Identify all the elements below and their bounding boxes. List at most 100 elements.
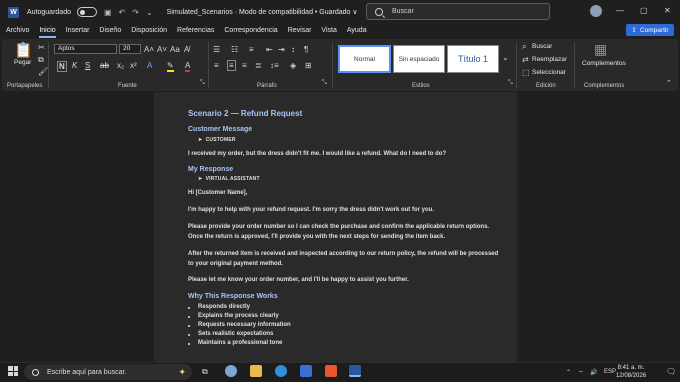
- widgets-app-icon[interactable]: [225, 365, 237, 377]
- style-normal[interactable]: Normal: [338, 45, 391, 73]
- bullets-icon[interactable]: ☰: [213, 45, 220, 54]
- align-right-icon[interactable]: ≡: [242, 61, 247, 70]
- windows-start-icon[interactable]: [8, 366, 18, 376]
- autosave-toggle[interactable]: [76, 7, 97, 17]
- group-editing-label: Edición: [536, 83, 556, 89]
- bold-icon[interactable]: N: [57, 61, 67, 72]
- copy-icon[interactable]: ⧉: [38, 55, 44, 64]
- change-case-icon[interactable]: Aa: [170, 45, 180, 54]
- decrease-indent-icon[interactable]: ⇤: [266, 45, 273, 54]
- strikethrough-icon[interactable]: ab: [100, 61, 109, 70]
- shading-icon[interactable]: ◈: [290, 61, 296, 70]
- network-icon[interactable]: ⌔: [578, 369, 584, 377]
- tab-insertar[interactable]: Insertar: [61, 24, 95, 38]
- select-button[interactable]: Seleccionar: [532, 69, 566, 76]
- find-icon[interactable]: ⌕: [522, 42, 526, 51]
- paste-button[interactable]: Pegar: [14, 59, 31, 66]
- tab-disposicion[interactable]: Disposición: [126, 24, 172, 38]
- italic-icon[interactable]: K: [72, 61, 77, 70]
- divider: [332, 42, 333, 88]
- numbering-icon[interactable]: ☷: [231, 45, 238, 54]
- doc-heading: Scenario 2 — Refund Request: [188, 109, 303, 118]
- select-icon[interactable]: ⬚: [522, 68, 530, 77]
- taskbar-clock[interactable]: 8:41 a. m. 12/08/2026: [616, 364, 646, 380]
- response-para-3-line-1: After the returned item is received and …: [188, 251, 499, 257]
- brave-browser-icon[interactable]: [325, 365, 337, 377]
- styles-dialog-launcher-icon[interactable]: ⤡: [508, 79, 513, 88]
- font-color-icon[interactable]: A: [185, 61, 191, 72]
- styles-more-icon[interactable]: ⌄: [502, 53, 509, 62]
- avatar[interactable]: [590, 5, 602, 17]
- shrink-font-icon[interactable]: A˅: [157, 45, 167, 54]
- collapse-ribbon-icon[interactable]: ⌃: [666, 79, 672, 88]
- tab-archivo[interactable]: Archivo: [1, 24, 34, 38]
- tray-overflow-icon[interactable]: ⌃: [566, 369, 571, 376]
- font-dialog-launcher-icon[interactable]: ⤡: [200, 79, 205, 88]
- grow-font-icon[interactable]: A˄: [144, 45, 154, 54]
- file-explorer-icon[interactable]: [250, 365, 262, 377]
- clear-format-icon[interactable]: A̸: [184, 45, 189, 54]
- redo-icon[interactable]: ↷: [132, 8, 139, 17]
- borders-icon[interactable]: ⊞: [305, 61, 312, 70]
- sort-icon[interactable]: ↕: [291, 45, 295, 54]
- ribbon: 📋 Pegar ✂ ⧉ 🖌 Portapapeles Aptos 20 A˄ A…: [2, 39, 678, 91]
- tab-inicio[interactable]: Inicio: [34, 24, 60, 38]
- justify-icon[interactable]: ≣: [255, 61, 262, 70]
- increase-indent-icon[interactable]: ⇥: [278, 45, 285, 54]
- document-page[interactable]: Scenario 2 — Refund Request Customer Mes…: [154, 92, 517, 362]
- tab-diseno[interactable]: Diseño: [94, 24, 126, 38]
- align-center-icon[interactable]: ≡: [227, 60, 236, 71]
- share-button[interactable]: ⇪ Compartir: [626, 24, 674, 36]
- search-highlight-icon: ✦: [178, 366, 186, 377]
- close-icon[interactable]: ✕: [664, 6, 671, 15]
- find-button[interactable]: Buscar: [532, 43, 552, 50]
- style-no-spacing[interactable]: Sin espaciado: [393, 45, 445, 73]
- paragraph-dialog-launcher-icon[interactable]: ⤡: [322, 79, 327, 88]
- app-icon[interactable]: [300, 365, 312, 377]
- word-taskbar-icon[interactable]: [349, 365, 361, 377]
- subscript-icon[interactable]: x₂: [117, 61, 124, 70]
- replace-button[interactable]: Reemplazar: [532, 56, 567, 63]
- underline-icon[interactable]: S: [85, 61, 90, 70]
- addins-button[interactable]: Complementos: [582, 60, 626, 67]
- document-canvas[interactable]: Scenario 2 — Refund Request Customer Mes…: [0, 92, 680, 362]
- title-search-box[interactable]: Buscar: [366, 3, 550, 20]
- superscript-icon[interactable]: x²: [130, 61, 137, 70]
- font-name-field[interactable]: Aptos: [54, 44, 117, 54]
- highlight-icon[interactable]: ✎: [167, 61, 174, 72]
- style-title-1[interactable]: Título 1: [447, 45, 499, 73]
- divider: [208, 42, 209, 88]
- save-icon[interactable]: ▣: [104, 8, 112, 17]
- tab-ayuda[interactable]: Ayuda: [342, 24, 372, 38]
- volume-icon[interactable]: 🔊: [590, 369, 597, 376]
- font-size-field[interactable]: 20: [119, 44, 141, 54]
- notifications-icon[interactable]: 🗨: [666, 367, 676, 376]
- assistant-label: ➤ VIRTUAL ASSISTANT: [198, 176, 260, 182]
- multilevel-list-icon[interactable]: ≡: [249, 45, 254, 54]
- show-marks-icon[interactable]: ¶: [304, 45, 308, 54]
- tab-vista[interactable]: Vista: [316, 24, 341, 38]
- arrow-bullet-icon: ➤: [198, 176, 206, 182]
- tab-correspondencia[interactable]: Correspondencia: [219, 24, 282, 38]
- edge-browser-icon[interactable]: [275, 365, 287, 377]
- language-indicator[interactable]: ESP: [604, 369, 616, 375]
- addins-icon[interactable]: ▦: [594, 42, 607, 56]
- document-title[interactable]: Simulated_Scenarios · Modo de compatibil…: [167, 8, 358, 16]
- tab-revisar[interactable]: Revisar: [283, 24, 317, 38]
- group-styles-label: Estilos: [412, 83, 430, 89]
- customize-toolbar-icon[interactable]: ⌄: [146, 8, 153, 17]
- line-spacing-icon[interactable]: ↕≡: [270, 61, 279, 70]
- undo-icon[interactable]: ↶: [119, 8, 126, 17]
- paste-icon[interactable]: 📋: [14, 43, 33, 59]
- replace-icon[interactable]: ⇄: [522, 55, 529, 64]
- taskbar-search[interactable]: Escribe aquí para buscar. ✦: [24, 364, 192, 380]
- cut-icon[interactable]: ✂: [38, 43, 45, 52]
- why-heading: Why This Response Works: [188, 293, 278, 300]
- task-view-icon[interactable]: ⧉: [202, 367, 208, 377]
- text-effects-icon[interactable]: A: [147, 61, 152, 70]
- tab-referencias[interactable]: Referencias: [172, 24, 219, 38]
- align-left-icon[interactable]: ≡: [214, 61, 219, 70]
- format-painter-icon[interactable]: 🖌: [38, 67, 48, 76]
- maximize-icon[interactable]: ▢: [640, 6, 648, 15]
- minimize-icon[interactable]: —: [616, 6, 624, 15]
